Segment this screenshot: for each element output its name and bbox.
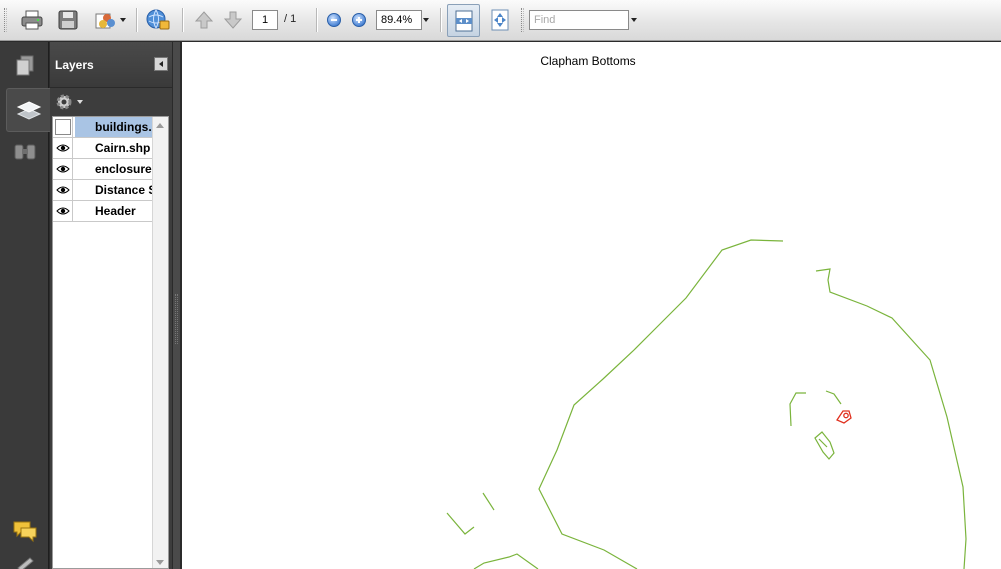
panel-splitter[interactable] [172,42,181,569]
page-number-input[interactable]: 1 [252,10,278,30]
layer-list: buildings.s Cairn.shp enclosures Distanc… [52,116,169,569]
panel-title: Layers [55,58,94,72]
layer-name: Cairn.shp [95,141,151,155]
visibility-toggle[interactable] [53,180,73,200]
pen-icon [17,557,34,569]
navigation-rail [0,42,50,569]
layer-list-scrollbar[interactable] [152,117,168,568]
map-overlay [182,42,1001,569]
toolbar-divider [182,8,183,32]
find-input[interactable] [529,10,629,30]
layers-panel: Layers buildings.s Cairn.shp enclosures … [50,42,172,569]
splitter-grip[interactable] [175,294,178,344]
previous-page-button[interactable] [192,7,216,33]
fit-width-icon [491,9,509,31]
previous-page-icon [194,11,214,29]
next-page-button[interactable] [221,7,245,33]
layer-row[interactable]: Cairn.shp [53,138,153,159]
find-options-button[interactable] [629,7,639,33]
gear-icon [56,94,72,110]
save-icon [58,10,78,30]
binoculars-icon [14,144,36,160]
visibility-toggle[interactable] [53,138,73,158]
collaborate-icon [95,13,115,29]
fit-width-button[interactable] [487,7,513,33]
scroll-down-arrow[interactable] [156,560,164,565]
toolbar-grip[interactable] [4,8,7,32]
visibility-toggle[interactable] [53,159,73,179]
layer-name: buildings.s [75,117,153,137]
zoom-in-icon [352,13,366,27]
chevron-down-icon [77,100,83,104]
zoom-level-field[interactable]: 89.4% [376,10,422,30]
layer-name: Header [95,204,136,218]
secure-button[interactable] [144,7,172,33]
toolbar-grip[interactable] [521,8,524,32]
save-button[interactable] [54,7,82,33]
eye-icon [55,144,70,152]
fit-page-button[interactable] [447,4,480,37]
pages-icon [16,55,34,76]
secure-icon [146,9,170,30]
comments-button[interactable] [8,513,42,549]
zoom-out-icon [327,13,341,27]
signatures-button[interactable] [8,552,42,569]
page-total-label: / 1 [284,13,297,25]
zoom-out-button[interactable] [324,7,344,33]
fit-page-icon [455,10,472,31]
layer-row[interactable]: Header [53,201,153,222]
toolbar-divider [440,8,441,32]
layer-row[interactable]: buildings.s [53,117,153,138]
visibility-toggle[interactable] [53,201,73,221]
print-icon [21,10,43,30]
layer-name: enclosures [95,162,153,176]
eye-icon [55,165,70,173]
collaborate-button[interactable] [90,7,128,33]
eye-icon [55,207,70,215]
chevron-down-icon [631,18,637,22]
visibility-checkbox[interactable] [54,119,71,135]
chevron-down-icon [423,18,429,22]
visibility-toggle[interactable] [53,117,73,137]
toolbar-divider [136,8,137,32]
eye-icon [55,186,70,194]
attachments-button[interactable] [8,134,42,170]
toolbar-divider [316,8,317,32]
print-button[interactable] [18,7,46,33]
page-title-overlay: Clapham Bottoms [540,54,636,68]
layers-panel-header: Layers [50,42,172,88]
layer-row[interactable]: enclosures [53,159,153,180]
zoom-in-button[interactable] [349,7,369,33]
document-page: Clapham Bottoms [182,42,1001,569]
comments-icon [13,521,37,543]
zoom-dropdown-button[interactable] [421,7,431,33]
map-background [182,42,1001,569]
scroll-up-arrow[interactable] [156,123,164,128]
chevron-down-icon [119,18,126,22]
chevron-left-icon [159,61,163,67]
pages-button[interactable] [8,48,42,84]
layer-row[interactable]: Distance S [53,180,153,201]
layers-icon [16,101,41,120]
layers-button[interactable] [6,88,50,132]
next-page-icon [223,11,243,29]
options-button[interactable] [55,94,83,110]
collapse-panel-button[interactable] [154,57,168,71]
toolbar: 1 / 1 89.4% [0,0,1001,41]
layer-name: Distance S [95,183,153,197]
